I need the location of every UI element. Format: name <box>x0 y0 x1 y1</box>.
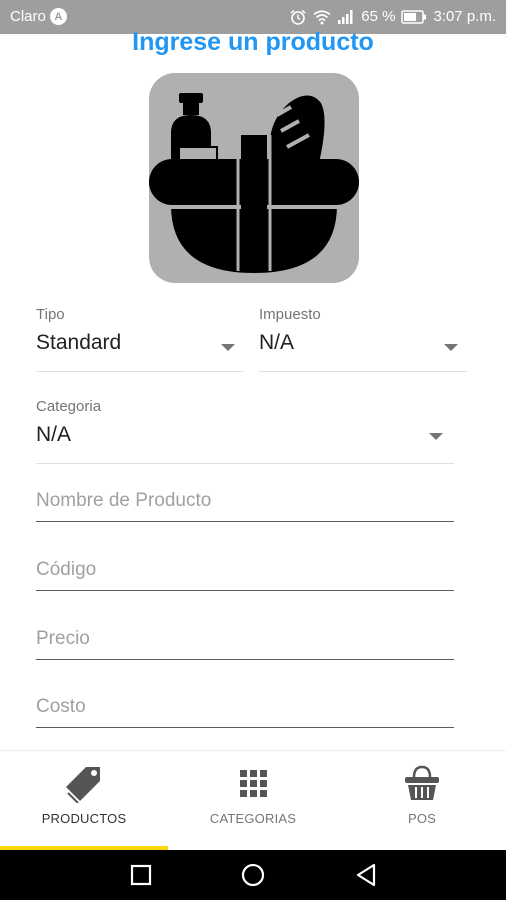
home-icon[interactable] <box>239 861 267 889</box>
tipo-select[interactable]: Tipo Standard <box>36 306 244 372</box>
costo-placeholder: Costo <box>36 696 86 717</box>
product-image[interactable] <box>149 73 359 283</box>
alarm-icon <box>290 9 306 25</box>
bottom-navigation: PRODUCTOS CATEGORIAS POS <box>0 750 506 850</box>
dropdown-arrow-icon <box>444 344 458 351</box>
precio-input[interactable]: Precio <box>36 620 454 660</box>
categoria-label: Categoria <box>36 398 102 415</box>
nombre-input[interactable]: Nombre de Producto <box>36 482 454 522</box>
dropdown-arrow-icon <box>221 344 235 351</box>
recents-icon[interactable] <box>127 861 155 889</box>
dropdown-arrow-icon <box>429 433 443 440</box>
nav-categorias-label: CATEGORIAS <box>209 811 297 826</box>
categoria-value: N/A <box>36 423 72 446</box>
carrier-badge: A <box>49 8 67 25</box>
nav-pos[interactable]: POS <box>338 751 506 851</box>
carrier-name: Claro <box>10 8 46 25</box>
codigo-placeholder: Código <box>36 559 97 580</box>
page-title: Ingrese un producto <box>132 28 374 56</box>
nombre-underline <box>36 520 454 522</box>
signal-icon <box>338 9 353 24</box>
wifi-icon <box>313 9 331 24</box>
back-icon[interactable] <box>352 861 380 889</box>
tag-icon <box>66 767 100 803</box>
costo-underline <box>36 726 454 728</box>
tipo-value: Standard <box>36 331 122 354</box>
clock: 3:07 p.m. <box>433 8 496 25</box>
status-icons: 65 % 3:07 p.m. <box>289 8 496 25</box>
impuesto-select[interactable]: Impuesto N/A <box>259 306 467 372</box>
categoria-select[interactable]: Categoria N/A <box>36 398 454 464</box>
nombre-placeholder: Nombre de Producto <box>36 490 212 511</box>
codigo-input[interactable]: Código <box>36 551 454 591</box>
system-navigation-bar <box>0 850 506 900</box>
nav-categorias[interactable]: CATEGORIAS <box>169 751 337 851</box>
battery-icon <box>401 9 427 24</box>
categoria-underline <box>36 463 454 464</box>
impuesto-underline <box>259 371 467 372</box>
basket-icon <box>149 93 359 273</box>
precio-placeholder: Precio <box>36 628 90 649</box>
battery-percent: 65 % <box>361 8 396 25</box>
costo-input[interactable]: Costo <box>36 688 454 728</box>
tipo-underline <box>36 371 244 372</box>
basket-icon <box>405 765 439 800</box>
codigo-underline <box>36 589 454 591</box>
nav-productos[interactable]: PRODUCTOS <box>0 751 168 851</box>
impuesto-label: Impuesto <box>259 306 321 323</box>
impuesto-value: N/A <box>259 331 295 354</box>
precio-underline <box>36 658 454 660</box>
nav-pos-label: POS <box>407 811 437 826</box>
nav-productos-label: PRODUCTOS <box>41 811 127 826</box>
grid-icon <box>240 770 267 797</box>
tipo-label: Tipo <box>36 306 65 323</box>
carrier: Claro A <box>10 8 67 25</box>
